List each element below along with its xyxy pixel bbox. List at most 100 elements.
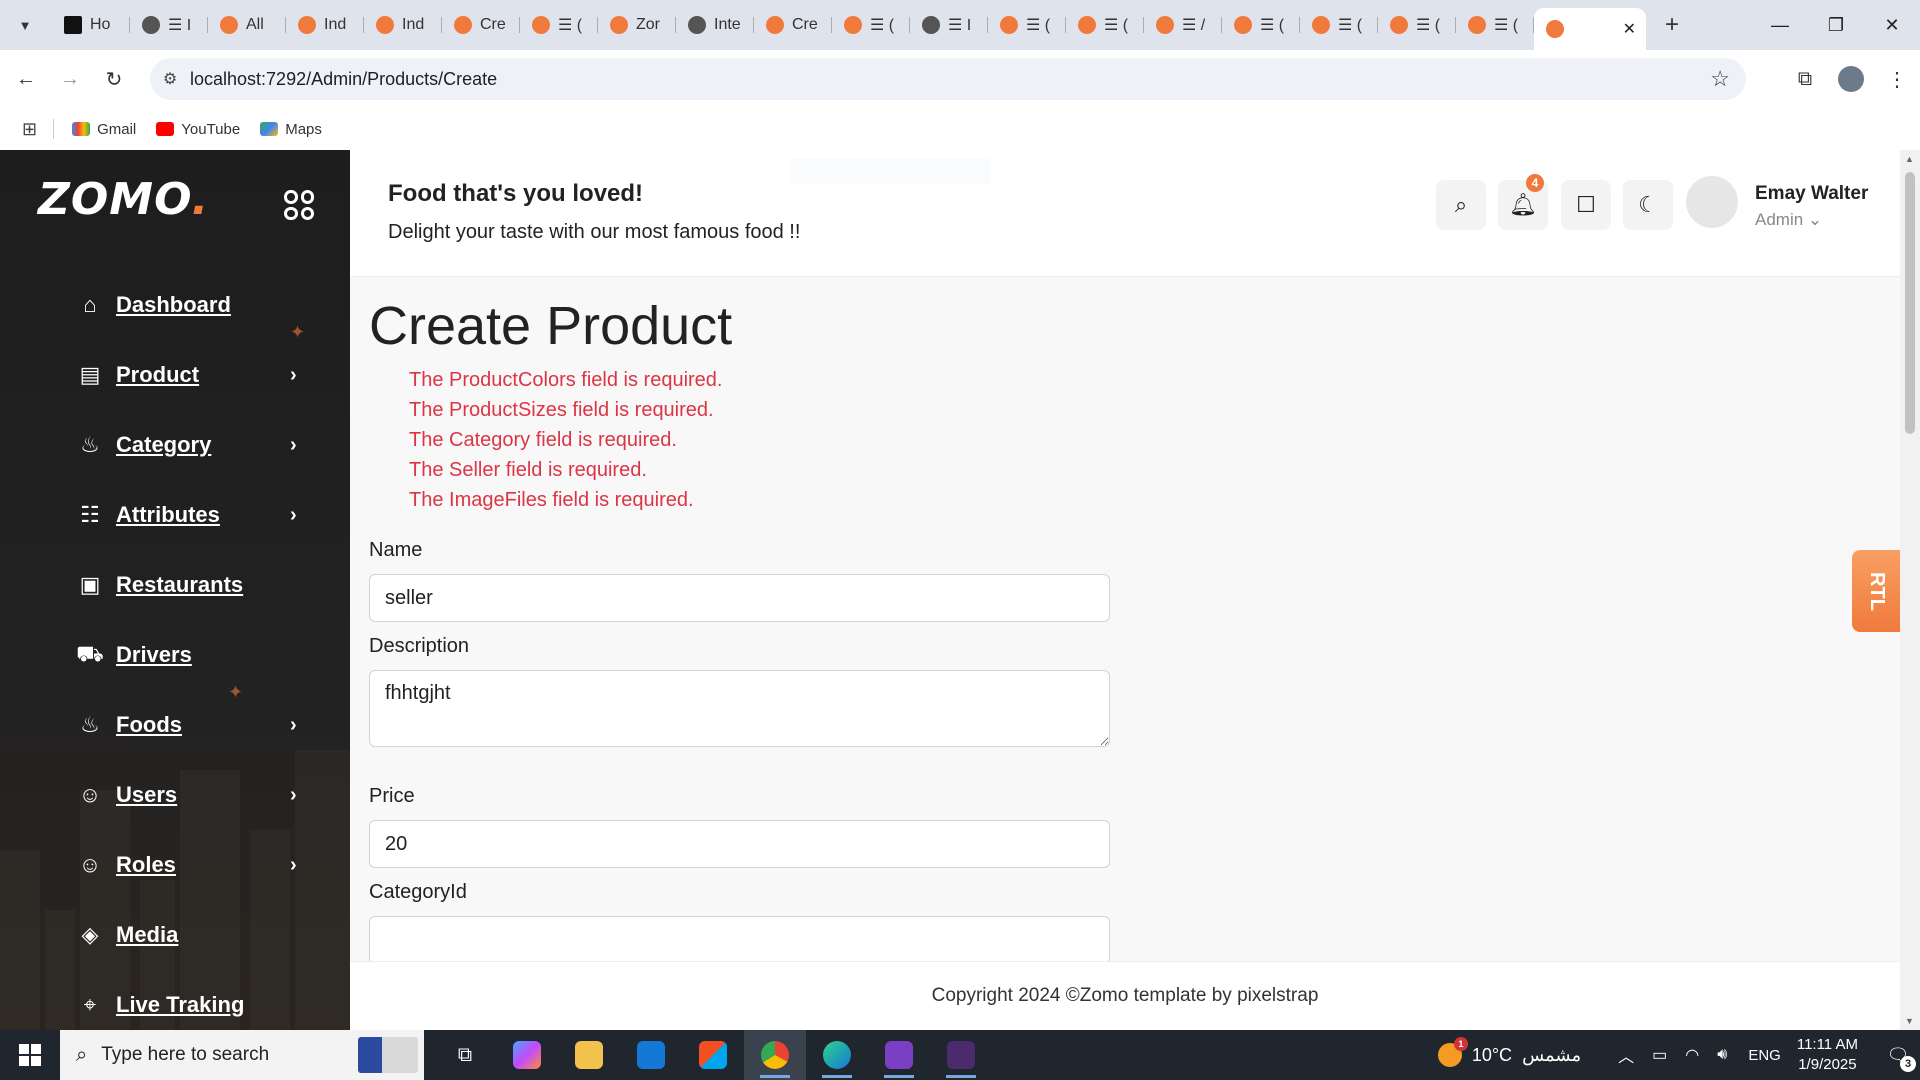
device-icon[interactable]: ▭: [1652, 1045, 1667, 1065]
browser-tab[interactable]: ☰ (: [520, 5, 598, 45]
browser-menu-icon[interactable]: ⋮: [1874, 58, 1920, 100]
restore-icon[interactable]: ❐: [1808, 0, 1864, 50]
browser-tab[interactable]: ☰ (: [1456, 5, 1534, 45]
browser-tab-active[interactable]: ✕: [1534, 8, 1646, 50]
chevron-right-icon[interactable]: ›: [290, 854, 297, 877]
price-label: Price: [369, 785, 415, 807]
browser-tab[interactable]: ☰ I: [130, 5, 208, 45]
profile-avatar[interactable]: [1838, 66, 1864, 92]
zomo-logo[interactable]: ZOMO.: [38, 174, 209, 225]
start-button[interactable]: [0, 1030, 60, 1080]
copilot-icon[interactable]: [496, 1030, 558, 1080]
windows-logo-icon: [19, 1044, 41, 1066]
user-name[interactable]: Emay Walter: [1755, 183, 1868, 205]
bookmark-gmail[interactable]: Gmail: [72, 121, 136, 138]
taskbar-search[interactable]: ⌕ Type here to search: [60, 1030, 424, 1080]
menu-toggle-icon[interactable]: [284, 190, 314, 220]
chevron-right-icon[interactable]: ›: [290, 504, 297, 527]
dark-mode-moon-icon[interactable]: ☾: [1623, 180, 1673, 230]
sidebar-item-attributes[interactable]: ☷ Attributes ›: [0, 480, 350, 550]
browser-tab[interactable]: ☰ (: [1300, 5, 1378, 45]
browser-tab[interactable]: Ho: [52, 5, 130, 45]
chrome-icon[interactable]: [744, 1030, 806, 1080]
notification-bell-icon[interactable]: 🔔︎ 4: [1498, 174, 1548, 230]
browser-tab[interactable]: ☰ /: [1144, 5, 1222, 45]
user-role-dropdown[interactable]: Admin ⌄: [1755, 210, 1822, 230]
bookmark-youtube[interactable]: YouTube: [156, 121, 240, 138]
page-scrollbar[interactable]: ▲ ▼: [1900, 150, 1920, 1030]
sidebar-item-category[interactable]: ♨ Category ›: [0, 410, 350, 480]
sidebar-item-restaurants[interactable]: ▣ Restaurants: [0, 550, 350, 620]
sidebar-item-roles[interactable]: ☺ Roles ›: [0, 830, 350, 900]
file-explorer-icon[interactable]: [558, 1030, 620, 1080]
bookmark-star-icon[interactable]: ☆: [1710, 66, 1730, 92]
forward-icon[interactable]: →: [52, 61, 88, 97]
price-input[interactable]: [369, 820, 1110, 868]
sidebar-item-foods[interactable]: ♨ Foods ›: [0, 690, 350, 760]
browser-tab[interactable]: Ind: [364, 5, 442, 45]
sidebar-item-live-traking[interactable]: ⌖ Live Traking: [0, 970, 350, 1030]
browser-tab[interactable]: ☰ (: [1066, 5, 1144, 45]
zomo-icon: [1468, 16, 1486, 34]
sidebar-item-media[interactable]: ◈ Media: [0, 900, 350, 970]
user-avatar[interactable]: [1686, 176, 1738, 228]
scroll-down-icon[interactable]: ▼: [1905, 1016, 1914, 1026]
apps-grid-icon[interactable]: ⊞: [22, 119, 37, 140]
chevron-right-icon[interactable]: ›: [290, 784, 297, 807]
scroll-up-icon[interactable]: ▲: [1905, 154, 1914, 164]
tab-title: Ho: [90, 16, 111, 33]
zomo-icon: [844, 16, 862, 34]
description-textarea[interactable]: fhhtgjht: [369, 670, 1110, 747]
edge-icon[interactable]: [806, 1030, 868, 1080]
rtl-toggle-button[interactable]: RTL: [1852, 550, 1900, 632]
sidebar-item-users[interactable]: ☺ Users ›: [0, 760, 350, 830]
browser-tab[interactable]: ☰ (: [832, 5, 910, 45]
bookmark-maps[interactable]: Maps: [260, 121, 322, 138]
back-icon[interactable]: ←: [8, 61, 44, 97]
tab-search-chevron-icon[interactable]: ▼: [8, 8, 42, 42]
browser-tab[interactable]: ☰ (: [1222, 5, 1300, 45]
browser-tab[interactable]: Zor: [598, 5, 676, 45]
sidebar-item-dashboard[interactable]: ⌂ Dashboard: [0, 270, 350, 340]
sidebar-item-drivers[interactable]: ⛟ Drivers: [0, 620, 350, 690]
reload-icon[interactable]: ↻: [96, 61, 132, 97]
wifi-icon[interactable]: ◠: [1685, 1045, 1699, 1065]
browser-tab[interactable]: ☰ (: [988, 5, 1066, 45]
browser-tab[interactable]: ☰ I: [910, 5, 988, 45]
tab-title: ☰ I: [948, 17, 972, 34]
weather-widget[interactable]: 1 10°C مشمس: [1437, 1037, 1581, 1067]
visual-studio-icon[interactable]: [868, 1030, 930, 1080]
name-input[interactable]: [369, 574, 1110, 622]
chevron-right-icon[interactable]: ›: [290, 364, 297, 387]
browser-tab[interactable]: Cre: [754, 5, 832, 45]
sidebar-item-product[interactable]: ▤ Product ›: [0, 340, 350, 410]
browser-tab[interactable]: Inte: [676, 5, 754, 45]
message-icon[interactable]: ☐: [1561, 180, 1611, 230]
store-icon[interactable]: [682, 1030, 744, 1080]
browser-tab[interactable]: Cre: [442, 5, 520, 45]
scrollbar-thumb[interactable]: [1905, 172, 1915, 434]
chevron-up-icon[interactable]: ︿: [1618, 1043, 1634, 1067]
url-text[interactable]: localhost:7292/Admin/Products/Create: [190, 69, 497, 90]
minimize-icon[interactable]: —: [1752, 0, 1808, 50]
close-tab-icon[interactable]: ✕: [1623, 19, 1636, 39]
outlook-icon[interactable]: [620, 1030, 682, 1080]
address-bar[interactable]: ⚙ localhost:7292/Admin/Products/Create ☆: [150, 58, 1746, 100]
extensions-icon[interactable]: ⧉: [1782, 58, 1828, 100]
search-icon[interactable]: ⌕: [1436, 180, 1486, 230]
clock[interactable]: 11:11 AM 1/9/2025: [1797, 1035, 1858, 1075]
notification-center-icon[interactable]: 🗨︎ 3: [1876, 1030, 1920, 1080]
language-indicator[interactable]: ENG: [1748, 1047, 1781, 1064]
task-view-icon[interactable]: ⧉: [434, 1030, 496, 1080]
browser-tab[interactable]: All: [208, 5, 286, 45]
terminal-icon[interactable]: [930, 1030, 992, 1080]
chevron-right-icon[interactable]: ›: [290, 434, 297, 457]
close-window-icon[interactable]: ✕: [1864, 0, 1920, 50]
site-info-icon[interactable]: ⚙: [150, 69, 190, 89]
browser-tab[interactable]: Ind: [286, 5, 364, 45]
chevron-right-icon[interactable]: ›: [290, 714, 297, 737]
browser-tab[interactable]: ☰ (: [1378, 5, 1456, 45]
category-id-select[interactable]: [369, 916, 1110, 961]
new-tab-button[interactable]: +: [1656, 9, 1688, 41]
volume-icon[interactable]: 🔊︎: [1717, 1046, 1727, 1064]
